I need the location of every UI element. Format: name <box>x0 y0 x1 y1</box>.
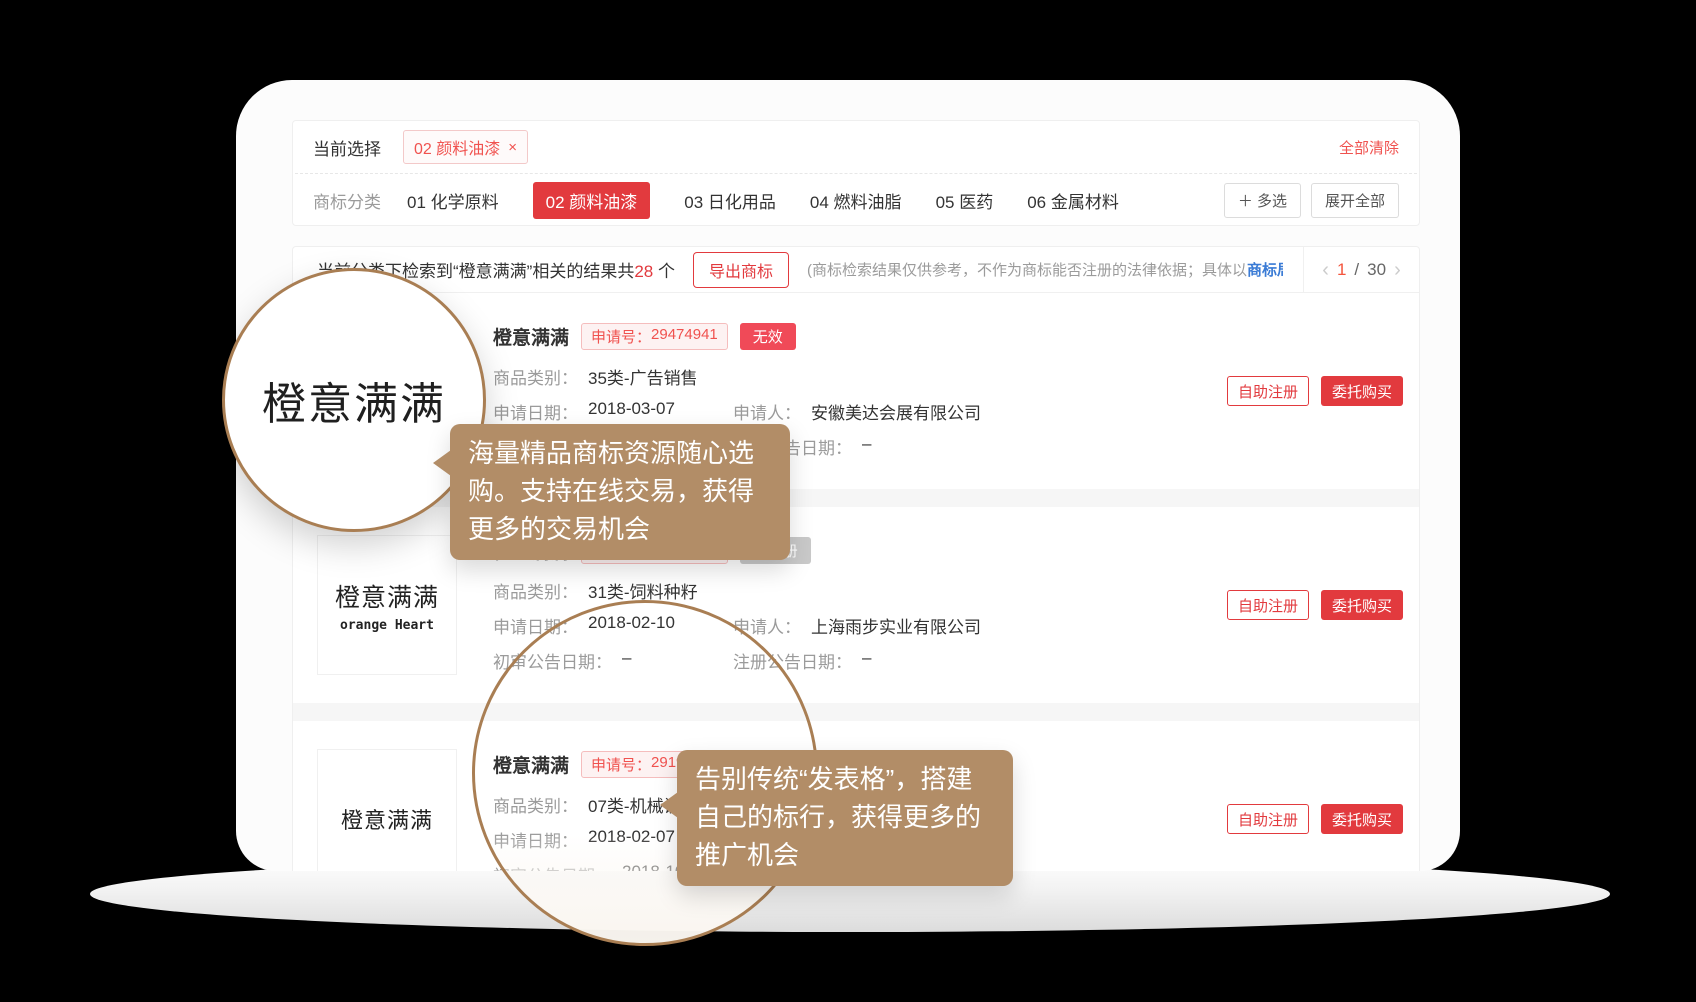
application-number-tag: 申请号：29474941 <box>581 323 728 350</box>
selected-filter-tag[interactable]: 02 颜料油漆 × <box>403 130 528 164</box>
field-label: 申请日期： <box>493 827 578 852</box>
magnifier-circle: 橙意满满 <box>222 268 486 532</box>
field-value: – <box>862 648 871 673</box>
field-label: 申请日期： <box>493 613 578 638</box>
next-page-icon[interactable]: › <box>1394 260 1401 280</box>
field-value: 2018-02-07 <box>588 827 675 852</box>
filter-panel: 当前选择 02 颜料油漆 × 全部清除 商标分类 01 化学原料 02 颜料油漆… <box>292 120 1420 226</box>
multi-select-button[interactable]: ＋ 多选 <box>1224 183 1301 218</box>
trademark-image-subtext: orange Heart <box>340 618 434 633</box>
field-label: 申请日期： <box>493 399 578 424</box>
results-header: 当前分类下检索到“橙意满满”相关的结果共28 个 导出商标 (商标检索结果仅供参… <box>293 247 1419 293</box>
category-item-04[interactable]: 04 燃料油脂 <box>810 188 902 213</box>
category-item-05[interactable]: 05 医药 <box>936 188 994 213</box>
current-selection-label: 当前选择 <box>313 135 381 160</box>
tooltip-arrow-icon <box>660 792 678 818</box>
field-label: 商品类别： <box>493 578 578 603</box>
field-label: 初审公告日期： <box>493 648 612 673</box>
field-value: – <box>862 434 871 459</box>
trademark-office-link[interactable]: 商标局官网 <box>1247 262 1283 279</box>
total-pages: 30 <box>1367 260 1386 280</box>
self-register-button[interactable]: 自助注册 <box>1227 590 1309 620</box>
prev-page-icon[interactable]: ‹ <box>1322 260 1329 280</box>
field-value: 35类-广告销售 <box>588 364 698 389</box>
category-nav: 01 化学原料 02 颜料油漆 03 日化用品 04 燃料油脂 05 医药 06… <box>407 182 1119 219</box>
magnified-trademark-text: 橙意满满 <box>262 368 446 432</box>
field-label: 注册公告日期： <box>733 648 852 673</box>
category-item-06[interactable]: 06 金属材料 <box>1027 188 1119 213</box>
field-value: 2018-03-07 <box>588 399 675 424</box>
results-count: 28 <box>634 262 653 281</box>
field-value: 2018-02-10 <box>588 613 675 638</box>
close-icon[interactable]: × <box>508 139 517 156</box>
current-page: 1 <box>1337 260 1346 280</box>
self-register-button[interactable]: 自助注册 <box>1227 376 1309 406</box>
self-register-button[interactable]: 自助注册 <box>1227 804 1309 834</box>
page-background: 当前选择 02 颜料油漆 × 全部清除 商标分类 01 化学原料 02 颜料油漆… <box>0 0 1696 1002</box>
trademark-image-text: 橙意满满 <box>335 578 439 614</box>
tooltip-promotion: 告别传统“发表格”，搭建自己的标行，获得更多的推广机会 <box>677 750 1013 886</box>
clear-all-button[interactable]: 全部清除 <box>1339 137 1399 158</box>
field-value: 上海雨步实业有限公司 <box>811 613 981 638</box>
current-selection-row: 当前选择 02 颜料油漆 × 全部清除 <box>293 121 1419 173</box>
entrust-buy-button[interactable]: 委托购买 <box>1321 590 1403 620</box>
field-label: 商品类别： <box>493 792 578 817</box>
trademark-name: 橙意满满 <box>493 751 569 778</box>
trademark-name: 橙意满满 <box>493 323 569 350</box>
category-item-03[interactable]: 03 日化用品 <box>684 188 776 213</box>
tooltip-arrow-icon <box>433 450 451 476</box>
field-value: 31类-饲料种籽 <box>588 578 698 603</box>
results-disclaimer: (商标检索结果仅供参考，不作为商标能否注册的法律依据；具体以商标局官网查询为准。… <box>807 259 1283 280</box>
entrust-buy-button[interactable]: 委托购买 <box>1321 804 1403 834</box>
page-separator: / <box>1354 260 1359 280</box>
tooltip-trade-resources: 海量精品商标资源随心选购。支持在线交易，获得更多的交易机会 <box>450 424 790 560</box>
category-label: 商标分类 <box>313 188 381 213</box>
field-label: 初审公告日期： <box>493 862 612 871</box>
trademark-image-text: 橙意满满 <box>341 803 433 835</box>
field-value: 安徽美达会展有限公司 <box>811 399 981 424</box>
field-label: 申请人： <box>733 399 801 424</box>
export-trademarks-button[interactable]: 导出商标 <box>693 252 789 288</box>
selected-filter-tag-label: 02 颜料油漆 <box>414 135 500 159</box>
trademark-image: 橙意满满 orange Heart <box>317 535 457 675</box>
category-item-01[interactable]: 01 化学原料 <box>407 188 499 213</box>
expand-all-button[interactable]: 展开全部 <box>1311 183 1399 218</box>
category-item-02-active[interactable]: 02 颜料油漆 <box>533 182 651 219</box>
status-badge: 无效 <box>740 323 796 350</box>
category-row: 商标分类 01 化学原料 02 颜料油漆 03 日化用品 04 燃料油脂 05 … <box>293 174 1419 226</box>
entrust-buy-button[interactable]: 委托购买 <box>1321 376 1403 406</box>
trademark-image: 橙意满满 <box>317 749 457 871</box>
field-label: 商品类别： <box>493 364 578 389</box>
field-value: – <box>622 648 631 673</box>
field-label: 申请人： <box>733 613 801 638</box>
pagination: ‹ 1 / 30 › <box>1303 247 1419 292</box>
